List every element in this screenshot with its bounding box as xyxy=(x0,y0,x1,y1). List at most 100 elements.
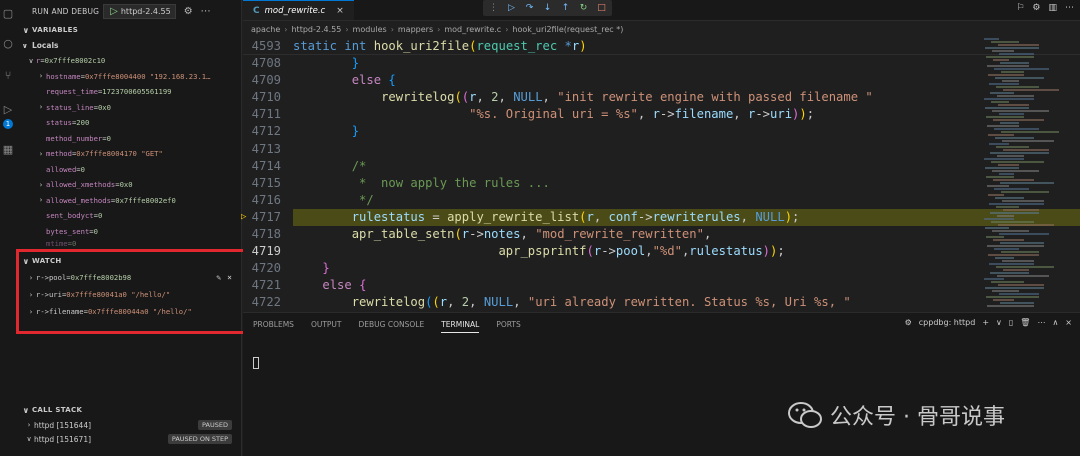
trash-icon[interactable]: 🗑 xyxy=(1020,318,1030,327)
more-actions-icon[interactable]: ⋯ xyxy=(1037,318,1045,327)
variable-row[interactable]: › method = 0x7fffe8004170 "GET" xyxy=(16,146,241,162)
step-over-icon[interactable]: ↷ xyxy=(524,3,535,13)
minimap-line xyxy=(994,128,1039,130)
locals-scope[interactable]: ∨ Locals xyxy=(16,38,241,53)
variables-section-header[interactable]: ∨ VARIABLES xyxy=(16,22,241,38)
drag-handle-icon[interactable]: ⋮ xyxy=(488,3,499,13)
callstack-thread[interactable]: ∨ httpd [151671] PAUSED ON STEP xyxy=(16,432,242,446)
minimap-line xyxy=(995,257,1014,259)
step-out-icon[interactable]: ↑ xyxy=(560,3,571,13)
line-number[interactable]: 4720 xyxy=(243,260,293,277)
source-control-icon[interactable]: ⑂ xyxy=(2,70,14,82)
line-number[interactable]: 4712 xyxy=(243,123,293,140)
callstack-thread[interactable]: › httpd [151644] PAUSED xyxy=(16,418,242,432)
code-line[interactable]: 4716 */ xyxy=(243,192,1080,209)
line-number[interactable]: 4719 xyxy=(243,243,293,260)
code-line[interactable]: 4714 /* xyxy=(243,158,1080,175)
code-line[interactable]: 4708 } xyxy=(243,55,1080,72)
run-menu-icon[interactable]: ⚐ xyxy=(1016,3,1024,13)
code-line[interactable]: 4722 rewritelog((r, 2, NULL, "uri alread… xyxy=(243,294,1080,311)
explorer-icon[interactable]: ▢ xyxy=(2,8,14,20)
add-terminal-icon[interactable]: + xyxy=(982,318,989,327)
more-actions-icon[interactable]: ⋯ xyxy=(201,6,211,17)
tab-mod-rewrite[interactable]: C mod_rewrite.c × xyxy=(243,0,354,20)
line-number[interactable]: 4710 xyxy=(243,89,293,106)
gear-icon[interactable]: ⚙ xyxy=(1032,3,1040,13)
code-line[interactable]: 4721 else { xyxy=(243,277,1080,294)
split-editor-icon[interactable]: ▥ xyxy=(1048,3,1057,13)
variable-row[interactable]: › allowed_methods = 0x7fffe8002ef0 xyxy=(16,193,241,209)
code-line[interactable]: 4715 * now apply the rules ... xyxy=(243,175,1080,192)
breadcrumb-item[interactable]: apache xyxy=(251,25,280,34)
panel-tab-ports[interactable]: PORTS xyxy=(496,320,520,329)
code-line[interactable]: 4593 static int hook_uri2file(request_rec… xyxy=(243,38,1080,56)
more-actions-icon[interactable]: ⋯ xyxy=(1065,3,1074,13)
chevron-down-icon[interactable]: ∨ xyxy=(996,318,1002,327)
debug-config-select[interactable]: ▷ httpd-2.4.55 xyxy=(103,3,176,19)
close-icon[interactable]: × xyxy=(336,6,344,16)
code-line[interactable]: 4719 apr_psprintf(r->pool,"%d",rulestatu… xyxy=(243,243,1080,260)
variable-row[interactable]: › hostname = 0x7fffe8004400 "192.168.23.1… xyxy=(16,69,241,85)
minimap-line xyxy=(985,287,1044,289)
run-debug-icon[interactable]: ▷ xyxy=(2,104,14,116)
variable-row[interactable]: allowed = 0 xyxy=(16,162,241,178)
code-line[interactable]: 4712 } xyxy=(243,123,1080,140)
line-number[interactable]: 4714 xyxy=(243,158,293,175)
line-number[interactable]: 4709 xyxy=(243,72,293,89)
code-view[interactable]: 4593 static int hook_uri2file(request_rec… xyxy=(241,38,1080,312)
line-number[interactable]: 4708 xyxy=(243,55,293,72)
extensions-icon[interactable]: ▦ xyxy=(2,144,14,156)
line-number[interactable]: 4713 xyxy=(243,141,293,158)
variable-row[interactable]: › status_line = 0x0 xyxy=(16,100,241,116)
gear-icon[interactable]: ⚙ xyxy=(184,6,193,17)
variable-row[interactable]: mtime = 0 xyxy=(16,239,241,247)
breadcrumb-item[interactable]: hook_uri2file(request_rec *) xyxy=(512,25,623,34)
breadcrumb-item[interactable]: modules xyxy=(353,25,387,34)
code-line[interactable]: 4710 rewritelog((r, 2, NULL, "init rewri… xyxy=(243,89,1080,106)
code-line[interactable]: 4709 else { xyxy=(243,72,1080,89)
stop-icon[interactable]: □ xyxy=(596,3,607,13)
variable-row[interactable]: ∨ r = 0x7fffe8002c10 xyxy=(16,53,241,69)
line-number[interactable]: 4716 xyxy=(243,192,293,209)
line-number[interactable]: 4593 xyxy=(243,38,293,54)
panel-tab-output[interactable]: OUTPUT xyxy=(311,320,342,329)
split-terminal-icon[interactable]: ▯ xyxy=(1009,318,1013,327)
line-number[interactable]: 4715 xyxy=(243,175,293,192)
line-number[interactable]: 4711 xyxy=(243,106,293,123)
variable-row[interactable]: method_number = 0 xyxy=(16,131,241,147)
start-debug-icon[interactable]: ▷ xyxy=(110,6,118,17)
line-number[interactable]: 4721 xyxy=(243,277,293,294)
step-into-icon[interactable]: ↓ xyxy=(542,3,553,13)
breadcrumb-separator: › xyxy=(345,25,349,34)
minimap-line xyxy=(999,113,1024,115)
breadcrumb-item[interactable]: httpd-2.4.55 xyxy=(291,25,341,34)
minimap-line xyxy=(985,167,1019,169)
panel-tab-problems[interactable]: PROBLEMS xyxy=(253,320,294,329)
code-line[interactable]: 4713 xyxy=(243,141,1080,158)
code-line[interactable]: 4720 } xyxy=(243,260,1080,277)
variable-row[interactable]: › allowed_xmethods = 0x0 xyxy=(16,177,241,193)
code-line[interactable]: 4711 "%s. Original uri = %s", r->filenam… xyxy=(243,106,1080,123)
variable-row[interactable]: bytes_sent = 0 xyxy=(16,224,241,240)
minimap[interactable] xyxy=(984,38,1068,310)
code-line[interactable]: 4717 ▷ rulestatus = apply_rewrite_list(r,… xyxy=(241,208,1080,227)
code-line[interactable]: 4718 apr_table_setn(r->notes, "mod_rewri… xyxy=(243,226,1080,243)
breadcrumb-item[interactable]: mod_rewrite.c xyxy=(444,25,501,34)
variable-row[interactable]: sent_bodyct = 0 xyxy=(16,208,241,224)
line-number[interactable]: 4722 xyxy=(243,294,293,311)
line-number[interactable]: 4718 xyxy=(243,226,293,243)
variable-row[interactable]: request_time = 1723700605561199 xyxy=(16,84,241,100)
callstack-section-header[interactable]: ∨ CALL STACK xyxy=(16,402,242,418)
close-icon[interactable]: × xyxy=(1065,318,1072,327)
panel-tab-terminal[interactable]: TERMINAL xyxy=(441,320,480,333)
minimap-line xyxy=(986,56,1034,58)
watermark-text: 公众号 · 骨哥说事 xyxy=(830,405,1005,430)
maximize-panel-icon[interactable]: ∧ xyxy=(1052,318,1058,327)
continue-icon[interactable]: ▷ xyxy=(506,3,517,13)
search-icon[interactable]: ○ xyxy=(2,38,14,50)
restart-icon[interactable]: ↻ xyxy=(578,3,589,13)
variable-row[interactable]: status = 200 xyxy=(16,115,241,131)
breadcrumb-item[interactable]: mappers xyxy=(398,25,433,34)
panel-tab-debug-console[interactable]: DEBUG CONSOLE xyxy=(359,320,425,329)
terminal-name[interactable]: cppdbg: httpd xyxy=(919,318,976,327)
